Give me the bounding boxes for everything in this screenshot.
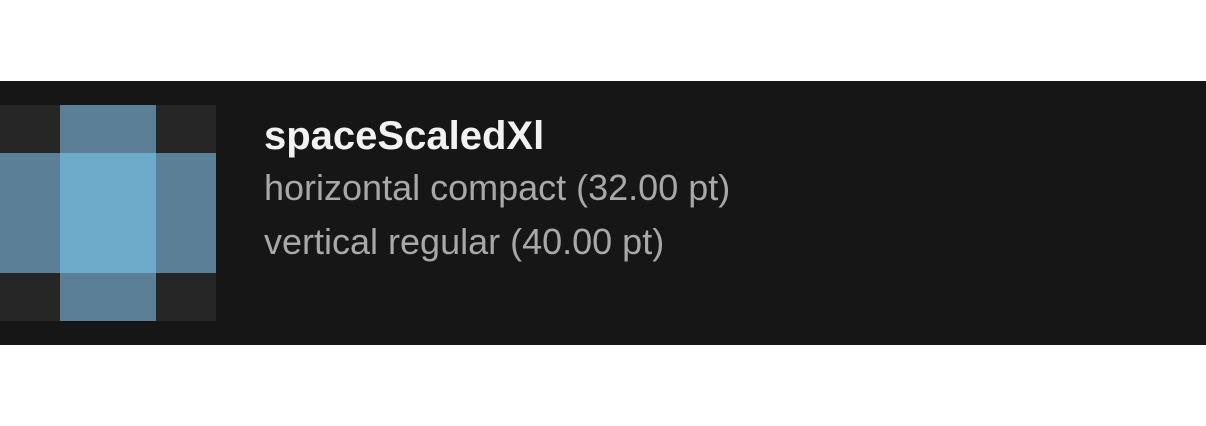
swatch-edge-right [156,153,216,273]
token-horizontal-value: horizontal compact (32.00 pt) [264,167,731,208]
swatch-edge-left [0,153,60,273]
swatch-corner-top-left [0,105,60,153]
token-row: spaceScaledXl horizontal compact (32.00 … [0,81,1206,345]
spacing-swatch [0,105,216,321]
swatch-edge-bottom [60,273,156,321]
token-vertical-value: vertical regular (40.00 pt) [264,221,665,262]
swatch-edge-top [60,105,156,153]
swatch-corner-top-right [156,105,216,153]
token-info: spaceScaledXl horizontal compact (32.00 … [264,111,1164,271]
token-name: spaceScaledXl [264,114,545,158]
swatch-center [60,153,156,273]
swatch-corner-bottom-right [156,273,216,321]
swatch-corner-bottom-left [0,273,60,321]
